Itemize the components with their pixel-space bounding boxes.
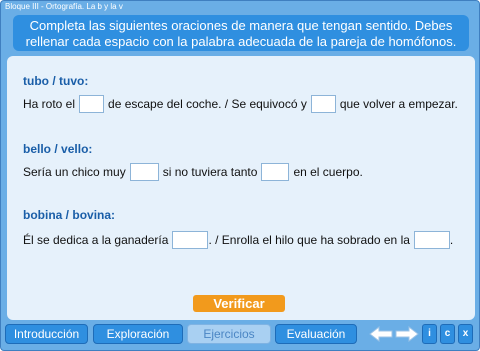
- pair-colon: :: [88, 142, 93, 156]
- tab-introduccion[interactable]: Introducción: [5, 324, 88, 344]
- exercise-bello-vello: bello / vello: Sería un chico muy si no …: [23, 142, 363, 182]
- answer-blank[interactable]: [310, 95, 336, 113]
- sentence-text: si no tuviera tanto: [162, 165, 258, 179]
- answer-blank[interactable]: [79, 95, 105, 113]
- sentence-text: Él se dedica a la ganadería: [23, 233, 169, 247]
- sentence: Ha roto el de escape del coche. / Se equ…: [23, 94, 458, 114]
- pair-word-1: tubo: [23, 74, 49, 88]
- arrow-right-icon[interactable]: [395, 326, 419, 342]
- arrow-left-icon[interactable]: [369, 326, 393, 342]
- verify-button[interactable]: Verificar: [193, 295, 285, 312]
- exercise-tubo-tuvo: tubo / tuvo: Ha roto el de escape del co…: [23, 74, 458, 114]
- pair-word-2: bovina: [72, 208, 112, 222]
- credits-button[interactable]: c: [440, 324, 455, 344]
- answer-blank[interactable]: [413, 231, 450, 249]
- sentence-text: que volver a empezar.: [339, 97, 458, 111]
- sentence-text: en el cuerpo.: [293, 165, 363, 179]
- sentence-text: Ha roto el: [23, 97, 76, 111]
- bottom-nav: Introducción Exploración Ejercicios Eval…: [1, 323, 479, 349]
- tab-ejercicios[interactable]: Ejercicios: [187, 324, 271, 344]
- answer-blank[interactable]: [172, 231, 209, 249]
- pair-separator: /: [52, 74, 56, 88]
- pair-word-1: bobina: [23, 208, 63, 222]
- answer-blank[interactable]: [261, 163, 290, 181]
- sentence-text: Sería un chico muy: [23, 165, 126, 179]
- info-button[interactable]: i: [422, 324, 437, 344]
- tab-exploracion[interactable]: Exploración: [93, 324, 183, 344]
- homophone-pair: bello / vello:: [23, 142, 363, 158]
- sentence-text: de escape del coche. / Se equivocó y: [108, 97, 307, 111]
- homophone-pair: tubo / tuvo:: [23, 74, 458, 90]
- instructions-banner: Completa las siguientes oraciones de man…: [13, 15, 469, 51]
- pair-colon: :: [111, 208, 116, 222]
- pair-separator: /: [54, 142, 58, 156]
- pair-word-1: bello: [23, 142, 52, 156]
- sentence: Sería un chico muy si no tuviera tanto e…: [23, 162, 363, 182]
- exercise-bobina-bovina: bobina / bovina: Él se dedica a la ganad…: [23, 208, 453, 250]
- pair-word-2: vello: [61, 142, 89, 156]
- answer-blank[interactable]: [129, 163, 159, 181]
- homophone-pair: bobina / bovina:: [23, 208, 453, 224]
- sentence-text: . / Enrolla el hilo que ha sobrado en la: [208, 233, 410, 247]
- app-window: Bloque III - Ortografía. La b y la v Com…: [0, 0, 480, 351]
- sentence: Él se dedica a la ganadería . / Enrolla …: [23, 230, 453, 250]
- close-button[interactable]: x: [458, 324, 473, 344]
- pair-word-2: tuvo: [59, 74, 85, 88]
- pair-separator: /: [65, 208, 70, 222]
- pair-colon: :: [84, 74, 89, 88]
- exercise-panel: tubo / tuvo: Ha roto el de escape del co…: [7, 56, 475, 320]
- window-title: Bloque III - Ortografía. La b y la v: [5, 2, 123, 11]
- tab-evaluacion[interactable]: Evaluación: [275, 324, 357, 344]
- sentence-text: .: [449, 233, 454, 247]
